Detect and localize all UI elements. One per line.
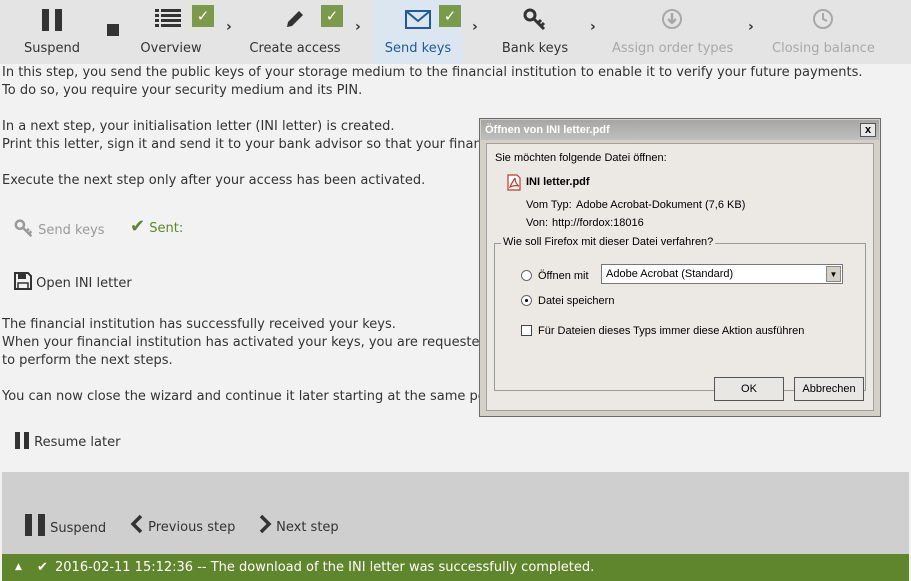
chevron-right-icon: › — [748, 19, 754, 35]
key-icon — [14, 219, 33, 238]
file-source-value: http://fordox:18016 — [552, 217, 644, 229]
previous-step-label: Previous step — [148, 520, 236, 535]
received-text: to perform the next steps. — [2, 353, 173, 368]
floppy-disk-icon — [14, 272, 32, 290]
intro-text: To do so, you require your security medi… — [2, 83, 363, 98]
next-step-button[interactable]: Next step — [258, 514, 339, 535]
open-ini-label: Open INI letter — [36, 276, 132, 291]
save-file-label[interactable]: Datei speichern — [538, 295, 614, 307]
clock-icon — [813, 9, 833, 29]
step-label: Assign order types — [612, 41, 734, 56]
pdf-file-icon — [507, 174, 521, 191]
collapse-triangle-icon[interactable]: ▲ — [15, 554, 22, 581]
step-assign-order-types: Assign order types — [612, 0, 734, 64]
step-label: Bank keys — [501, 41, 569, 56]
save-file-radio[interactable] — [521, 295, 532, 306]
file-source-label: Von: — [526, 217, 549, 229]
status-bar: ▲ ✔ 2016-02-11 15:12:36 -- The download … — [2, 554, 909, 581]
dialog-title-bar[interactable]: Öffnen von INI letter.pdf x — [481, 120, 879, 140]
chevron-right-icon: › — [472, 19, 478, 35]
wizard-step-bar: Suspend Overview ✓ › Create access ✓ › S… — [0, 0, 911, 64]
open-ini-letter-button[interactable]: Open INI letter — [14, 272, 132, 293]
chevron-down-icon[interactable]: ▼ — [826, 266, 841, 282]
file-name: INI letter.pdf — [526, 176, 590, 188]
chevron-right-icon: › — [590, 19, 596, 35]
status-message: 2016-02-11 15:12:36 -- The download of t… — [55, 560, 595, 575]
suspend-button[interactable]: Suspend — [24, 514, 106, 536]
pause-icon — [25, 514, 45, 536]
pause-icon — [42, 9, 62, 31]
list-icon — [155, 9, 181, 27]
dialog-title: Öffnen von INI letter.pdf — [485, 124, 610, 136]
sent-status: ✔ Sent: — [130, 218, 183, 238]
pause-icon — [15, 432, 29, 449]
open-file-dialog: Öffnen von INI letter.pdf x Sie möchten … — [479, 118, 881, 417]
dialog-body: Sie möchten folgende Datei öffnen: INI l… — [486, 143, 874, 411]
group-legend: Wie soll Firefox mit dieser Datei verfah… — [501, 236, 716, 248]
open-with-radio[interactable] — [521, 270, 532, 281]
previous-step-button[interactable]: Previous step — [130, 514, 235, 535]
cancel-button[interactable]: Abbrechen — [794, 377, 864, 401]
always-do-checkbox[interactable] — [521, 325, 532, 336]
file-type-label: Vom Typ: — [526, 199, 572, 211]
close-button[interactable]: x — [860, 123, 876, 137]
step-label: Suspend — [23, 41, 80, 56]
suspend-label: Suspend — [50, 521, 107, 536]
pencil-icon — [287, 11, 303, 27]
download-circle-icon — [662, 9, 682, 29]
resume-later-button[interactable]: Resume later — [14, 432, 120, 452]
envelope-icon — [405, 10, 431, 29]
step-label: Create access — [249, 41, 341, 56]
send-keys-label: Send keys — [38, 223, 105, 238]
open-with-label[interactable]: Öffnen mit — [538, 270, 589, 282]
received-text: When your financial institution has acti… — [2, 335, 545, 350]
step-closing-balance: Closing balance — [772, 0, 875, 64]
send-keys-button[interactable]: Send keys — [14, 219, 105, 240]
step-suspend[interactable]: Suspend — [0, 0, 104, 64]
step-bank-keys[interactable]: Bank keys — [495, 0, 575, 64]
wizard-footer: Suspend Previous step Next step — [2, 472, 909, 554]
done-check-icon: ✓ — [321, 5, 343, 27]
intro-text: In this step, you send the public keys o… — [2, 65, 863, 80]
execute-text: Execute the next step only after your ac… — [2, 173, 426, 188]
step-label: Send keys — [384, 41, 452, 56]
key-icon — [523, 8, 546, 30]
application-select-value: Adobe Acrobat (Standard) — [606, 268, 734, 280]
chevron-right-icon — [259, 514, 272, 534]
application-select[interactable]: Adobe Acrobat (Standard) ▼ — [601, 264, 843, 284]
check-icon: ✔ — [130, 216, 146, 237]
received-text: The financial institution has successful… — [2, 317, 396, 332]
check-icon: ✔ — [37, 560, 48, 575]
step-label: Closing balance — [772, 41, 875, 56]
dialog-intro: Sie möchten folgende Datei öffnen: — [495, 152, 667, 164]
ini-text: In a next step, your initialisation lett… — [2, 119, 395, 134]
resume-later-label: Resume later — [34, 435, 121, 450]
done-check-icon: ✓ — [192, 5, 214, 27]
chevron-left-icon — [130, 514, 143, 534]
chevron-right-icon: › — [355, 19, 361, 35]
chevron-right-icon: › — [226, 19, 232, 35]
sent-label: Sent: — [149, 221, 184, 236]
done-check-icon: ✓ — [439, 5, 461, 27]
ok-button[interactable]: OK — [714, 377, 784, 401]
always-do-label[interactable]: Für Dateien dieses Typs immer diese Akti… — [538, 325, 804, 337]
file-type-value: Adobe Acrobat-Dokument (7,6 KB) — [576, 199, 746, 211]
close-wizard-text: You can now close the wizard and continu… — [2, 389, 526, 404]
ini-text: Print this letter, sign it and send it t… — [2, 137, 541, 152]
next-step-label: Next step — [276, 520, 339, 535]
step-label: Overview — [140, 41, 202, 56]
stop-square-icon — [107, 24, 119, 36]
